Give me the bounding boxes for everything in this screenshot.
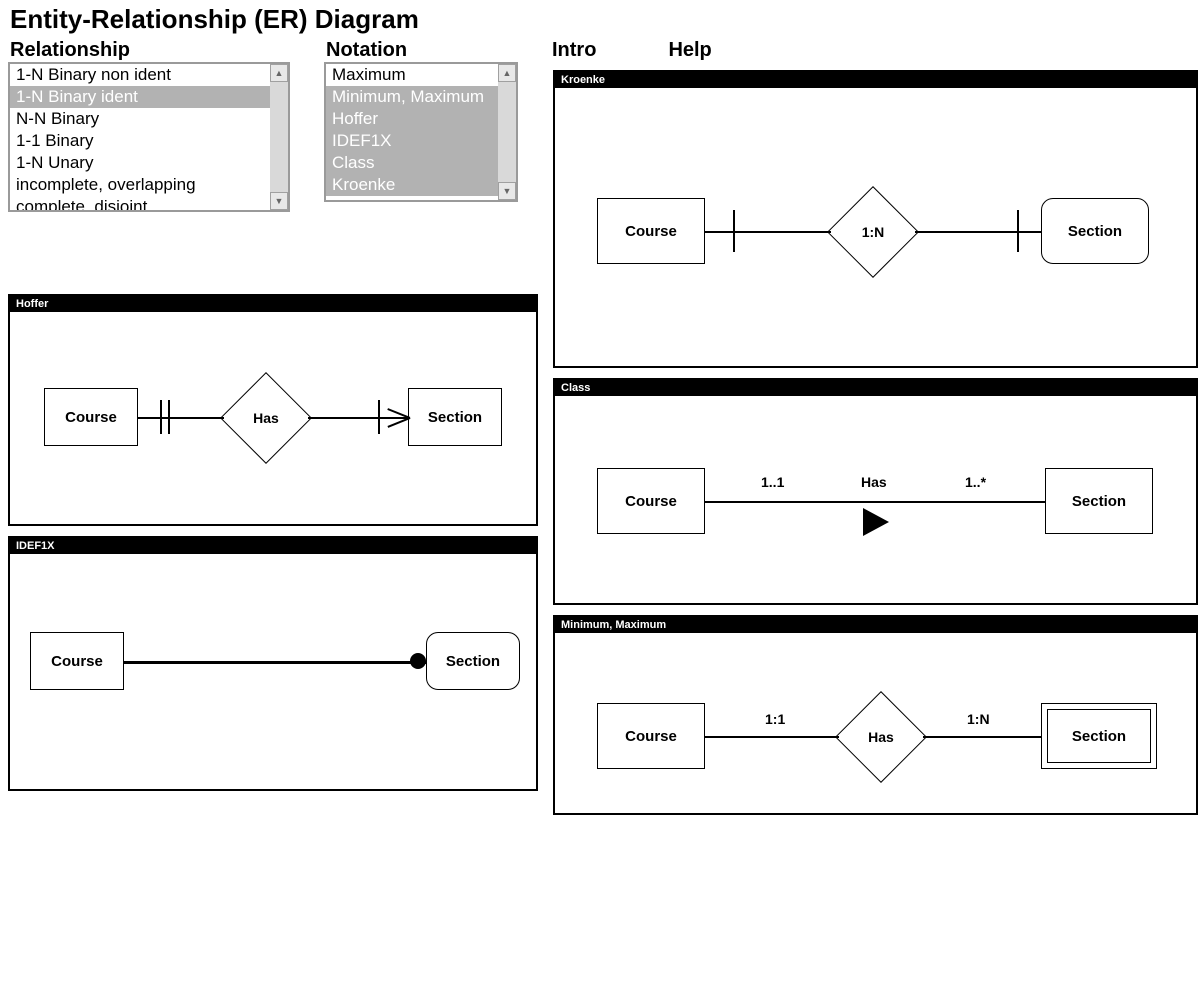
- panel-title: IDEF1X: [10, 538, 536, 554]
- intro-link[interactable]: Intro: [552, 39, 596, 62]
- panel-kroenke: Kroenke Course 1:N Section: [553, 70, 1198, 368]
- relationship-label: Relationship: [10, 39, 290, 62]
- relationship-diamond: Has: [220, 372, 312, 464]
- panel-title: Class: [555, 380, 1196, 396]
- panel-minmax: Minimum, Maximum Course Has Section 1:1 …: [553, 615, 1198, 815]
- direction-arrow-icon: [863, 508, 889, 536]
- relationship-listbox[interactable]: 1-N Binary non ident 1-N Binary ident N-…: [8, 62, 290, 212]
- notation-option[interactable]: Kroenke: [326, 174, 498, 196]
- panel-title: Hoffer: [10, 296, 536, 312]
- scroll-up-icon[interactable]: ▲: [270, 64, 288, 82]
- diagram-canvas: Kroenke Course 1:N Section Hoffer Course…: [8, 218, 1190, 978]
- notation-option[interactable]: Minimum, Maximum: [326, 86, 498, 108]
- scroll-down-icon[interactable]: ▼: [498, 182, 516, 200]
- relationship-label: 1:N: [827, 186, 919, 278]
- entity-section: Section: [426, 632, 520, 690]
- entity-course: Course: [44, 388, 138, 446]
- panel-title: Kroenke: [555, 72, 1196, 88]
- panel-class: Class Course Section 1..1 Has 1..*: [553, 378, 1198, 605]
- relationship-option[interactable]: 1-N Binary non ident: [10, 64, 270, 86]
- relationship-label: Has: [220, 372, 312, 464]
- scrollbar[interactable]: ▲ ▼: [498, 64, 516, 200]
- relationship-option[interactable]: N-N Binary: [10, 108, 270, 130]
- cardinality-right: 1..*: [965, 474, 986, 490]
- panel-idef1x: IDEF1X Course Section: [8, 536, 538, 791]
- entity-course: Course: [597, 703, 705, 769]
- relationship-option[interactable]: complete, disjoint: [10, 196, 270, 212]
- panel-hoffer: Hoffer Course Has Section: [8, 294, 538, 526]
- cardinality-left: 1..1: [761, 474, 784, 490]
- entity-section: Section: [1047, 709, 1151, 763]
- cardinality-left: 1:1: [765, 711, 785, 727]
- entity-section-weak: Section: [1041, 703, 1157, 769]
- entity-course: Course: [597, 468, 705, 534]
- panel-title: Minimum, Maximum: [555, 617, 1196, 633]
- idef1x-dot-icon: [410, 653, 426, 669]
- help-link[interactable]: Help: [668, 39, 711, 62]
- page-title: Entity-Relationship (ER) Diagram: [10, 4, 1190, 35]
- notation-option[interactable]: Class: [326, 152, 498, 174]
- relationship-option[interactable]: 1-N Unary: [10, 152, 270, 174]
- cardinality-right: 1:N: [967, 711, 990, 727]
- notation-label: Notation: [326, 39, 518, 62]
- entity-section: Section: [1041, 198, 1149, 264]
- entity-course: Course: [30, 632, 124, 690]
- relationship-label: Has: [835, 691, 927, 783]
- notation-option[interactable]: IDEF1X: [326, 130, 498, 152]
- scroll-down-icon[interactable]: ▼: [270, 192, 288, 210]
- relationship-option[interactable]: incomplete, overlapping: [10, 174, 270, 196]
- relationship-label: Has: [861, 474, 887, 490]
- entity-section: Section: [408, 388, 502, 446]
- entity-course: Course: [597, 198, 705, 264]
- relationship-diamond: 1:N: [827, 186, 919, 278]
- entity-section: Section: [1045, 468, 1153, 534]
- relationship-diamond: Has: [835, 691, 927, 783]
- notation-option[interactable]: Maximum: [326, 64, 498, 86]
- relationship-option[interactable]: 1-1 Binary: [10, 130, 270, 152]
- scrollbar[interactable]: ▲ ▼: [270, 64, 288, 210]
- notation-option[interactable]: Hoffer: [326, 108, 498, 130]
- notation-listbox[interactable]: Maximum Minimum, Maximum Hoffer IDEF1X C…: [324, 62, 518, 202]
- scroll-up-icon[interactable]: ▲: [498, 64, 516, 82]
- relationship-option[interactable]: 1-N Binary ident: [10, 86, 270, 108]
